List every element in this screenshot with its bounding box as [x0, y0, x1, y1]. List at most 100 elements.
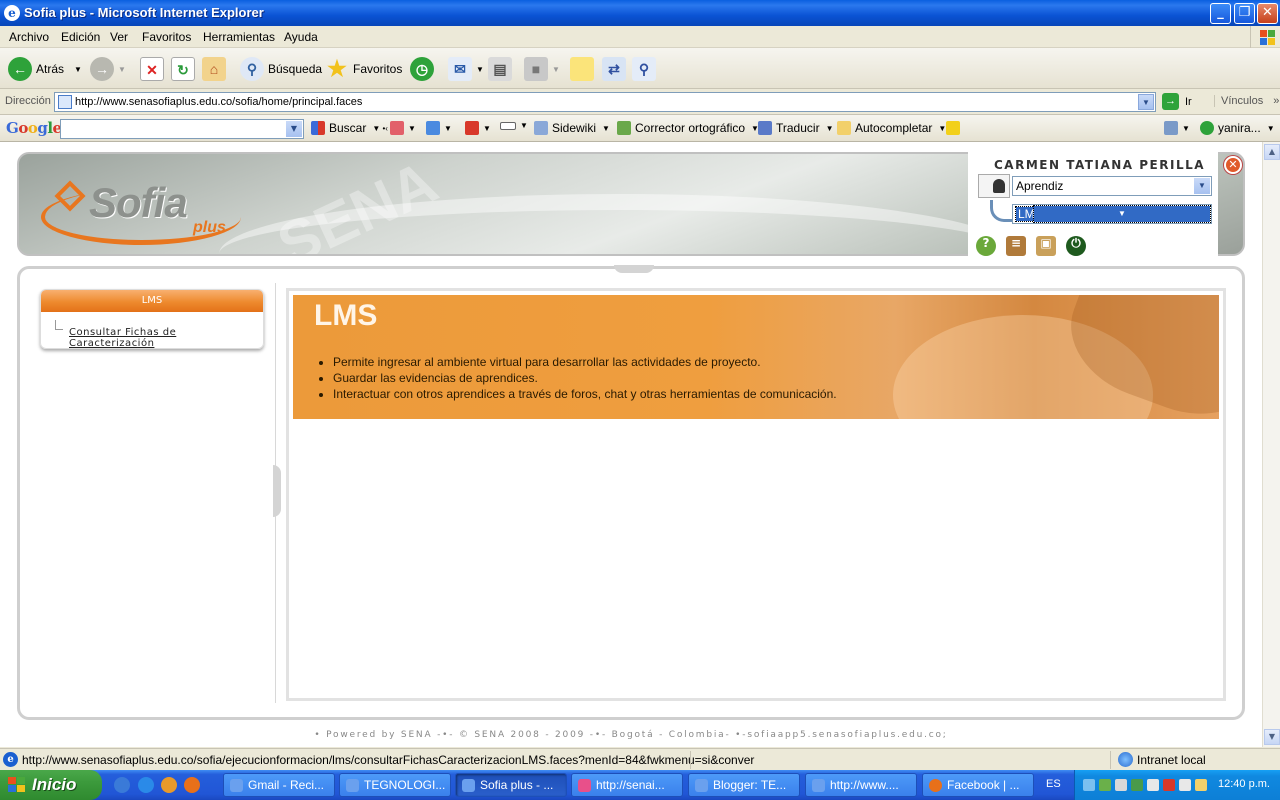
- close-button[interactable]: ✕: [1257, 3, 1278, 24]
- forward-arrow-icon: →: [90, 57, 114, 81]
- menu-edicion[interactable]: Edición: [61, 30, 100, 44]
- banner-title: LMS: [314, 299, 378, 332]
- start-button[interactable]: Inicio: [0, 770, 102, 800]
- plus-button[interactable]: ▼: [426, 121, 452, 135]
- quicklaunch-firefox-icon[interactable]: [184, 777, 200, 793]
- vertical-scrollbar[interactable]: ▲ ▼: [1262, 142, 1280, 747]
- antivirus-icon[interactable]: [1163, 779, 1175, 791]
- taskbar-item-senai[interactable]: http://senai...: [571, 773, 683, 797]
- tray-app-icon[interactable]: [1195, 779, 1207, 791]
- menu-ayuda[interactable]: Ayuda: [284, 30, 318, 44]
- google-search-dropdown-icon[interactable]: ▼: [286, 121, 302, 137]
- messenger-icon: ⇄: [602, 57, 626, 81]
- favorites-button[interactable]: ★ Favoritos: [325, 56, 402, 82]
- mail-icon: ✉: [448, 57, 472, 81]
- google-search-input[interactable]: ▼: [60, 119, 304, 139]
- logout-close-icon[interactable]: ✕: [1224, 156, 1242, 174]
- logo-word: Sofia: [89, 179, 188, 226]
- menu-favoritos[interactable]: Favoritos: [142, 30, 191, 44]
- bookmark-icon: [390, 121, 404, 135]
- sidewiki-button[interactable]: Sidewiki ▼: [534, 121, 610, 135]
- sidebar-link-consultar-fichas[interactable]: Consultar Fichas de Caracterización: [69, 327, 263, 348]
- network-icon[interactable]: [1083, 779, 1095, 791]
- language-indicator[interactable]: ES: [1046, 778, 1061, 790]
- update-icon[interactable]: [1131, 779, 1143, 791]
- messenger-button[interactable]: ⇄: [602, 56, 630, 82]
- taskbar-item-blogger[interactable]: Blogger: TE...: [688, 773, 800, 797]
- lms-banner: LMS Permite ingresar al ambiente virtual…: [293, 295, 1219, 419]
- google-logo: Google: [6, 119, 62, 137]
- taskbar-item-tegnologi[interactable]: TEGNOLOGI...: [339, 773, 451, 797]
- minimize-button[interactable]: _: [1210, 3, 1231, 24]
- links-button[interactable]: Vínculos»: [1214, 95, 1279, 107]
- page-footer: • Powered by SENA -•- © SENA 2008 - 2009…: [314, 730, 948, 740]
- banner-bullets: Permite ingresar al ambiente virtual par…: [333, 355, 837, 403]
- quicklaunch-ie-icon[interactable]: [138, 777, 154, 793]
- page-rank-button[interactable]: ▼: [500, 121, 528, 130]
- print-button[interactable]: ▤: [488, 56, 516, 82]
- address-dropdown-icon[interactable]: ▼: [1138, 94, 1154, 110]
- collapse-header-handle[interactable]: [614, 265, 654, 273]
- ie-icon: [230, 779, 243, 792]
- module-select[interactable]: LMS ▼: [1012, 204, 1212, 224]
- menu-archivo[interactable]: Archivo: [9, 30, 49, 44]
- google-g-icon: [311, 121, 325, 135]
- volume-icon[interactable]: [1115, 779, 1127, 791]
- power-icon[interactable]: ⏻: [1066, 236, 1086, 256]
- forward-button[interactable]: → ▼: [90, 56, 126, 82]
- scroll-up-icon[interactable]: ▲: [1264, 144, 1280, 160]
- tray-app-icon[interactable]: [1179, 779, 1191, 791]
- messenger-tray-icon[interactable]: [1099, 779, 1111, 791]
- lock-icon[interactable]: ▣: [1036, 236, 1056, 256]
- safely-remove-icon[interactable]: [1147, 779, 1159, 791]
- notes-button[interactable]: [570, 56, 598, 82]
- popup-blocker-button[interactable]: ▼: [465, 121, 491, 135]
- go-button[interactable]: → Ir: [1162, 93, 1192, 110]
- taskbar-item-sofia-plus[interactable]: Sofia plus - ...: [455, 773, 567, 797]
- mail-button[interactable]: ✉ ▼: [448, 56, 484, 82]
- taskbar-item-facebook[interactable]: Facebook | ...: [922, 773, 1034, 797]
- menu-ver[interactable]: Ver: [110, 30, 128, 44]
- google-account-button[interactable]: yanira... ▼: [1200, 121, 1275, 135]
- bookmark-button[interactable]: ▼: [390, 121, 416, 135]
- sidewiki-icon: [534, 121, 548, 135]
- account-status-icon: [1200, 121, 1214, 135]
- system-tray: 12:40 p.m.: [1074, 770, 1280, 800]
- print-icon: ▤: [488, 57, 512, 81]
- history-button[interactable]: ◷: [410, 56, 438, 82]
- collapse-sidebar-handle[interactable]: [273, 465, 281, 517]
- quicklaunch-media-icon[interactable]: [161, 777, 177, 793]
- address-url: http://www.senasofiaplus.edu.co/sofia/ho…: [75, 96, 363, 108]
- list-item: Interactuar con otros aprendices a travé…: [333, 387, 837, 401]
- search-button[interactable]: ⚲ Búsqueda: [240, 56, 322, 82]
- google-search-button[interactable]: Buscar ▼ •‹: [311, 121, 388, 135]
- role-select[interactable]: Aprendiz ▼: [1012, 176, 1212, 196]
- quicklaunch-show-desktop-icon[interactable]: [114, 777, 130, 793]
- taskbar-item-http[interactable]: http://www....: [805, 773, 917, 797]
- settings-button[interactable]: ▼: [1164, 121, 1190, 135]
- edit-button[interactable]: ■ ▼: [524, 56, 560, 82]
- taskbar-item-gmail[interactable]: Gmail - Reci...: [223, 773, 335, 797]
- chevron-down-icon: ▼: [1033, 205, 1211, 223]
- page-rank-icon: [500, 121, 516, 130]
- search-icon: ⚲: [240, 57, 264, 81]
- refresh-button[interactable]: ↻: [171, 56, 199, 82]
- autofill-button[interactable]: Autocompletar ▼: [837, 121, 946, 135]
- address-input[interactable]: http://www.senasofiaplus.edu.co/sofia/ho…: [54, 92, 1156, 112]
- book-icon[interactable]: ≡: [1006, 236, 1026, 256]
- highlight-button[interactable]: [946, 121, 964, 135]
- translate-button[interactable]: Traducir ▼: [758, 121, 834, 135]
- research-button[interactable]: ⚲: [632, 56, 660, 82]
- home-button[interactable]: ⌂: [202, 56, 230, 82]
- star-icon: ★: [327, 56, 347, 81]
- address-bar: Dirección http://www.senasofiaplus.edu.c…: [0, 89, 1280, 115]
- stop-button[interactable]: ✕: [140, 56, 168, 82]
- back-button[interactable]: ← Atrás ▼: [8, 56, 82, 82]
- maximize-button[interactable]: ❐: [1234, 3, 1255, 24]
- menu-herramientas[interactable]: Herramientas: [203, 30, 275, 44]
- spellcheck-button[interactable]: Corrector ortográfico ▼: [617, 121, 759, 135]
- globe-icon: [1118, 752, 1133, 767]
- clock[interactable]: 12:40 p.m.: [1218, 778, 1270, 790]
- scroll-down-icon[interactable]: ▼: [1264, 729, 1280, 745]
- help-icon[interactable]: ?: [976, 236, 996, 256]
